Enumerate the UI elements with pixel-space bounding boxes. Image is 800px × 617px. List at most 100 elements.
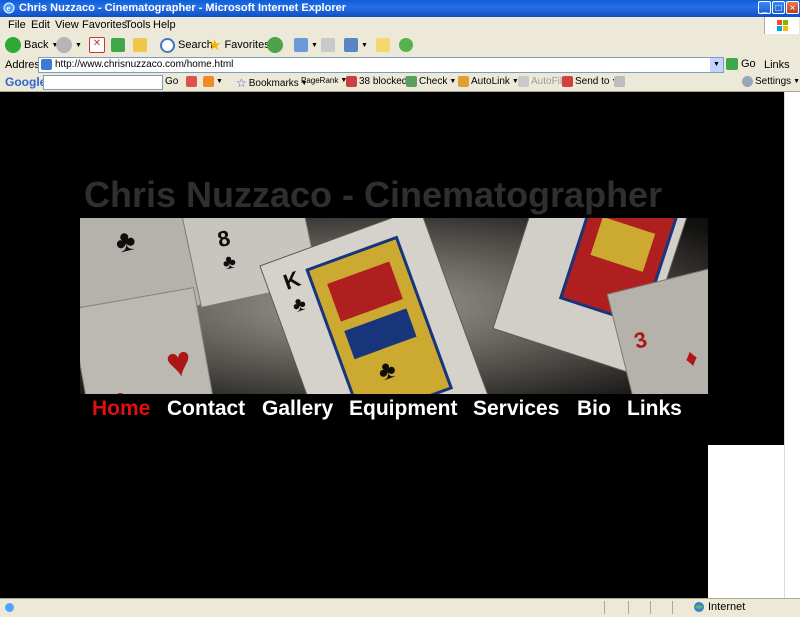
- refresh-button[interactable]: [111, 36, 125, 54]
- internet-explorer-icon: e: [3, 2, 15, 14]
- nav-gallery[interactable]: Gallery: [262, 397, 333, 421]
- autofill-label: AutoFill: [531, 76, 565, 87]
- search-button[interactable]: Search: [160, 36, 213, 54]
- spell-check-button[interactable]: Check ▼: [406, 76, 456, 87]
- status-pane: [650, 601, 651, 614]
- google-logo[interactable]: Google: [5, 75, 46, 89]
- back-button[interactable]: Back ▼: [5, 36, 58, 54]
- vertical-scrollbar[interactable]: [784, 92, 800, 598]
- site-page: Chris Nuzzaco - Cinematographer ♣ ♥ 3: [0, 92, 784, 598]
- forward-button[interactable]: ▼: [56, 36, 82, 54]
- bookmarks-label: Bookmarks: [248, 77, 299, 89]
- blocked-count: 38 blocked: [359, 76, 408, 87]
- home-button[interactable]: [133, 36, 147, 54]
- security-zone[interactable]: Internet: [693, 601, 745, 613]
- pagerank-indicator[interactable]: PageRank ▼: [301, 76, 347, 85]
- mail-button[interactable]: ▼: [294, 36, 318, 54]
- chevron-down-icon: ▼: [361, 41, 368, 49]
- go-button[interactable]: Go: [726, 58, 756, 70]
- nav-links[interactable]: Links: [627, 397, 682, 421]
- page-icon: [41, 59, 52, 70]
- close-button[interactable]: ×: [786, 1, 799, 14]
- windows-logo-icon: [764, 17, 799, 34]
- playing-cards-banner: ♣ ♥ 3 8 ♣ K ♣ ♣: [80, 218, 708, 394]
- highlighter-button[interactable]: [614, 76, 625, 87]
- google-blogger-icon[interactable]: ▼: [203, 76, 223, 87]
- google-go-button[interactable]: Go: [165, 76, 178, 87]
- search-icon: [160, 37, 175, 53]
- autolink-icon: [458, 76, 469, 87]
- settings-icon: [742, 76, 753, 87]
- chevron-down-icon[interactable]: ▼: [710, 58, 723, 72]
- discuss-button[interactable]: [376, 36, 390, 54]
- address-field[interactable]: http://www.chrisnuzzaco.com/home.html ▼: [38, 57, 724, 73]
- nav-contact[interactable]: Contact: [167, 397, 245, 421]
- messenger-icon: [399, 38, 413, 52]
- menu-view[interactable]: View: [55, 19, 79, 31]
- back-label: Back: [24, 39, 49, 51]
- media-button[interactable]: [267, 36, 283, 54]
- chevron-down-icon: ▼: [75, 41, 82, 49]
- window-title-bar[interactable]: e Chris Nuzzaco - Cinematographer - Micr…: [0, 0, 800, 17]
- settings-button[interactable]: Settings ▼: [742, 76, 800, 87]
- svg-text:e: e: [7, 4, 11, 13]
- stop-icon: ✕: [89, 37, 105, 53]
- status-pane: [604, 601, 605, 614]
- send-to-icon: [562, 76, 573, 87]
- chevron-down-icon: ▼: [311, 41, 318, 49]
- forward-arrow-icon: [56, 37, 72, 53]
- browser-viewport: Chris Nuzzaco - Cinematographer ♣ ♥ 3: [0, 92, 800, 598]
- spellcheck-icon: [406, 76, 417, 87]
- nav-home[interactable]: Home: [92, 397, 150, 421]
- pagerank-label: PageRank: [301, 76, 339, 85]
- favorites-label: Favorites: [224, 39, 270, 51]
- edit-button[interactable]: ▼: [344, 36, 368, 54]
- back-arrow-icon: [5, 37, 21, 53]
- bookmarks-button[interactable]: ☆ Bookmarks ▼: [236, 76, 308, 90]
- address-bar: Address http://www.chrisnuzzaco.com/home…: [0, 56, 800, 75]
- status-bar: Internet: [0, 598, 800, 617]
- nav-services[interactable]: Services: [473, 397, 559, 421]
- send-to-label: Send to: [575, 76, 610, 87]
- page-status-icon: [5, 603, 14, 612]
- favorites-button[interactable]: ★ Favorites: [208, 36, 270, 54]
- star-icon: ☆: [236, 76, 247, 90]
- send-to-button[interactable]: Send to▼: [562, 76, 618, 87]
- globe-icon: [694, 602, 704, 612]
- menu-help[interactable]: Help: [153, 19, 176, 31]
- menu-edit[interactable]: Edit: [31, 19, 50, 31]
- stop-button[interactable]: ✕: [89, 36, 105, 54]
- messenger-button[interactable]: [399, 36, 413, 54]
- home-icon: [133, 38, 147, 52]
- autolink-button[interactable]: AutoLink ▼: [458, 76, 519, 87]
- autofill-icon: [518, 76, 529, 87]
- print-button[interactable]: [321, 36, 335, 54]
- address-url[interactable]: http://www.chrisnuzzaco.com/home.html: [55, 59, 233, 70]
- nav-equipment[interactable]: Equipment: [349, 397, 458, 421]
- google-search-input[interactable]: [43, 75, 163, 90]
- maximize-button[interactable]: □: [772, 1, 785, 14]
- site-title: Chris Nuzzaco - Cinematographer: [84, 174, 663, 215]
- go-arrow-icon: [726, 58, 738, 70]
- google-news-icon[interactable]: [186, 76, 197, 87]
- printer-icon: [321, 38, 335, 52]
- menu-file[interactable]: File: [8, 19, 26, 31]
- autofill-button[interactable]: AutoFill: [518, 76, 564, 87]
- popup-blocker-icon: [346, 76, 357, 87]
- mail-icon: [294, 38, 308, 52]
- google-toolbar: Google Go ▼ ☆ Bookmarks ▼ PageRank ▼ 38 bl…: [0, 74, 800, 92]
- blank-area: [708, 445, 784, 598]
- star-icon: ★: [208, 37, 222, 54]
- refresh-icon: [111, 38, 125, 52]
- menu-tools[interactable]: Tools: [125, 19, 151, 31]
- zone-label: Internet: [708, 601, 746, 613]
- nav-bio[interactable]: Bio: [577, 397, 611, 421]
- status-pane: [672, 601, 673, 614]
- popup-blocker-button[interactable]: 38 blocked: [346, 76, 407, 87]
- menu-favorites[interactable]: Favorites: [82, 19, 127, 31]
- menu-bar: File Edit View Favorites Tools Help: [0, 17, 800, 35]
- minimize-button[interactable]: _: [758, 1, 771, 14]
- go-label: Go: [741, 58, 756, 70]
- status-pane: [628, 601, 629, 614]
- links-button[interactable]: Links: [764, 59, 790, 71]
